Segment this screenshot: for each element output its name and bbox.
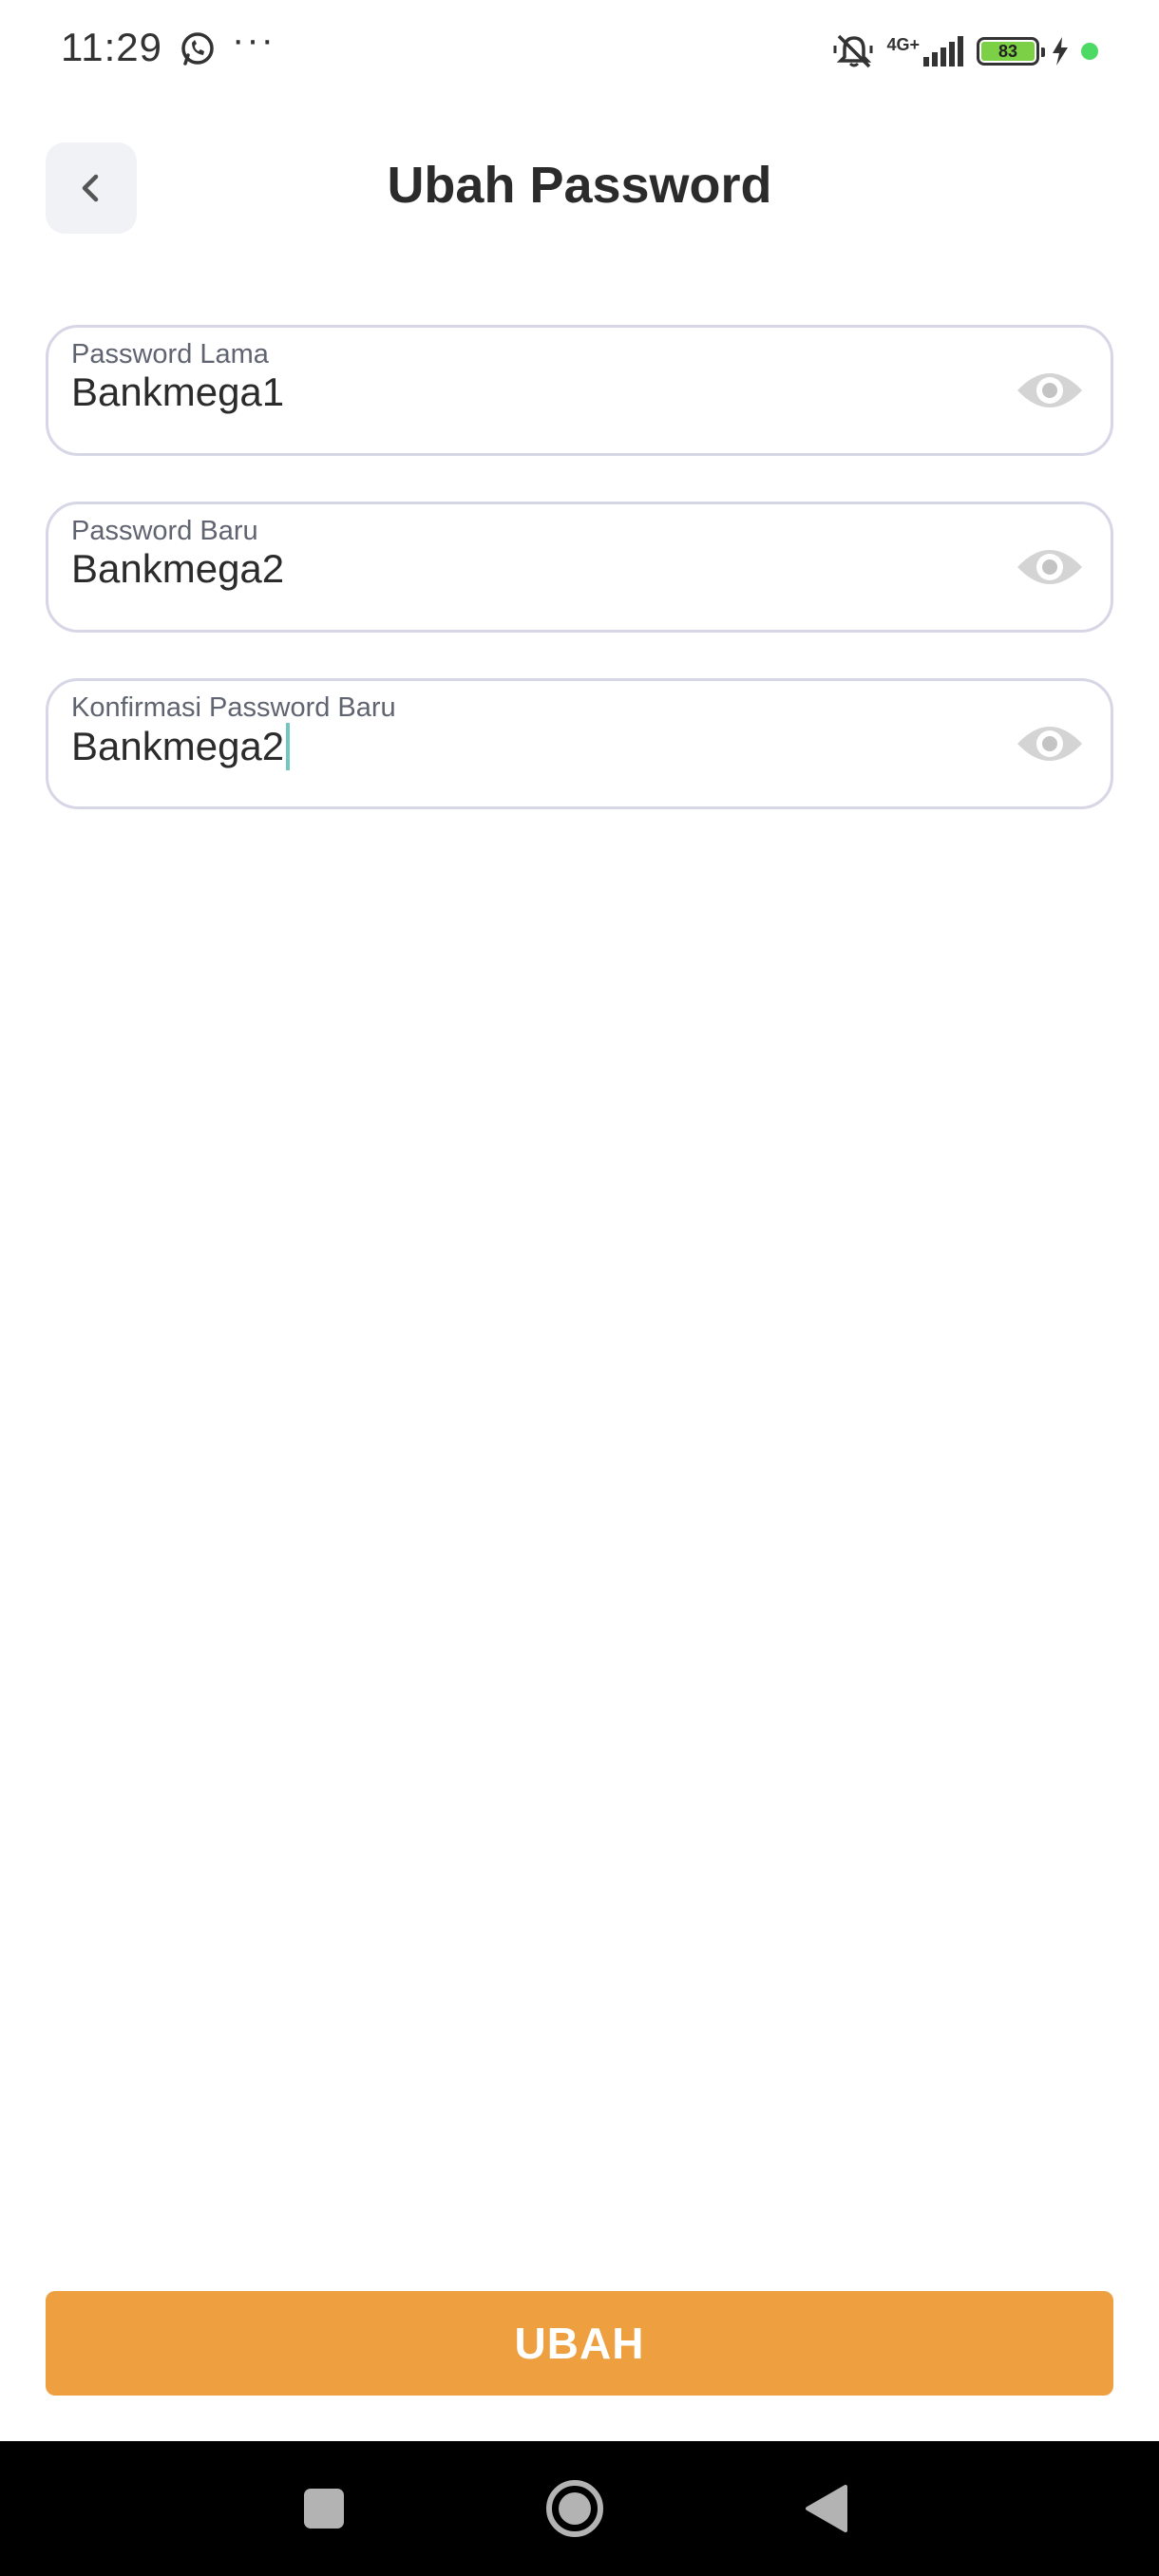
more-notifications-icon: ··· — [232, 19, 276, 61]
submit-button[interactable]: UBAH — [46, 2291, 1113, 2396]
eye-icon[interactable] — [1016, 539, 1084, 596]
home-circle-icon — [546, 2480, 603, 2537]
charging-icon — [1053, 37, 1068, 66]
battery-level: 83 — [981, 42, 1035, 61]
new-password-label: Password Baru — [71, 516, 258, 546]
eye-icon[interactable] — [1016, 362, 1084, 419]
network-type: 4G+ — [886, 35, 920, 54]
status-right-group: 4G+ 83 — [833, 32, 1098, 70]
confirm-password-input[interactable]: Bankmega2 — [71, 723, 291, 770]
charging-dot-icon — [1081, 43, 1098, 60]
mute-icon — [833, 34, 873, 68]
status-bar: 11:29 ··· 4G+ 83 — [0, 0, 1159, 104]
whatsapp-icon — [181, 32, 214, 66]
new-password-field[interactable]: Password Baru Bankmega2 — [46, 502, 1113, 633]
status-time: 11:29 — [61, 25, 162, 69]
system-back-button[interactable] — [794, 2477, 857, 2540]
confirm-password-value: Bankmega2 — [71, 724, 285, 768]
confirm-password-label: Konfirmasi Password Baru — [71, 692, 396, 723]
old-password-field[interactable]: Password Lama Bankmega1 — [46, 325, 1113, 456]
new-password-input[interactable]: Bankmega2 — [71, 546, 284, 592]
new-password-value: Bankmega2 — [71, 546, 285, 591]
confirm-password-field[interactable]: Konfirmasi Password Baru Bankmega2 — [46, 678, 1113, 809]
battery-icon: 83 — [977, 37, 1045, 66]
old-password-value: Bankmega1 — [71, 369, 285, 414]
signal-bars-icon — [923, 36, 963, 66]
page-title: Ubah Password — [387, 157, 772, 214]
text-caret — [286, 723, 291, 770]
home-button[interactable] — [543, 2477, 606, 2540]
old-password-input[interactable]: Bankmega1 — [71, 369, 284, 415]
navigation-bar — [0, 2441, 1159, 2576]
eye-icon[interactable] — [1016, 715, 1084, 772]
old-password-label: Password Lama — [71, 339, 269, 369]
back-triangle-icon — [806, 2485, 847, 2532]
recents-button[interactable] — [293, 2477, 355, 2540]
recents-square-icon — [304, 2489, 344, 2529]
signal-icon: 4G+ — [886, 36, 965, 66]
